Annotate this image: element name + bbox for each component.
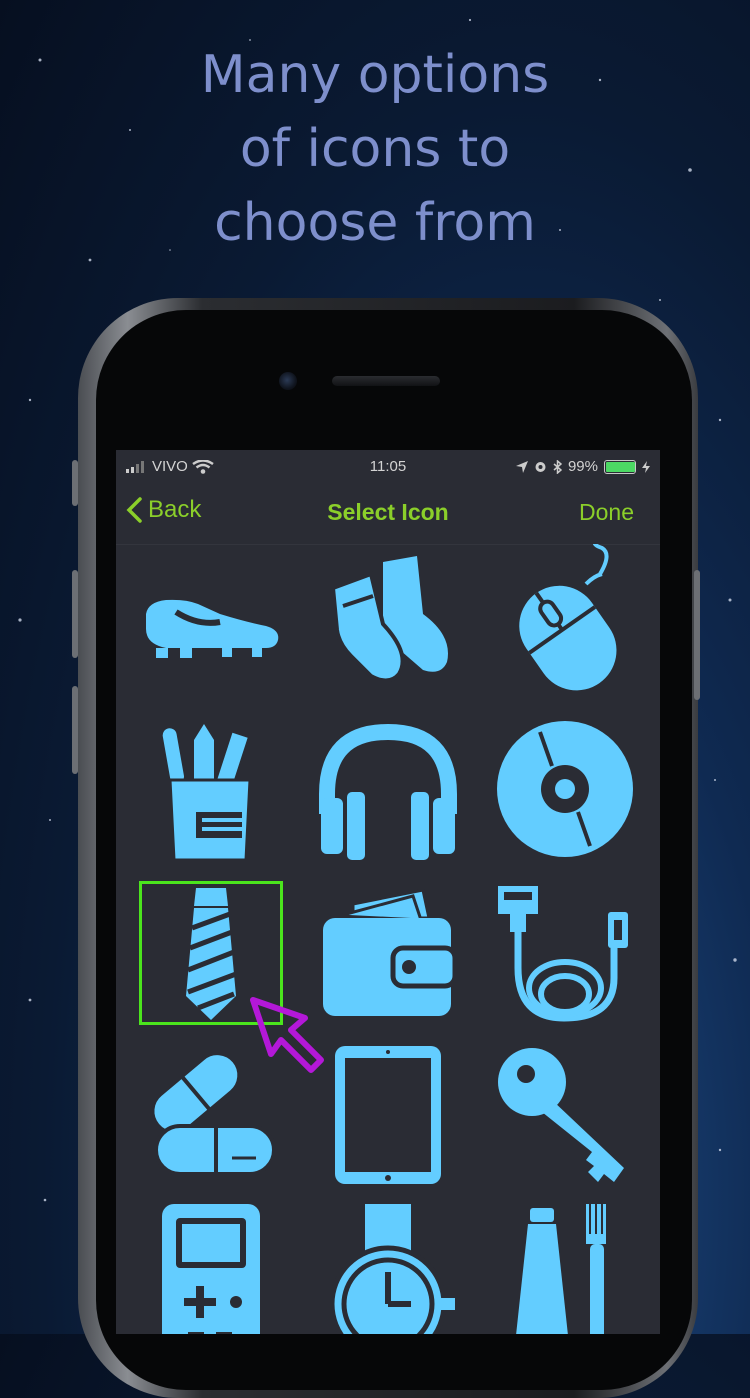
gameboy-icon: [162, 1204, 260, 1334]
icon-option-cd[interactable]: [490, 714, 640, 864]
icon-option-mouse[interactable]: [490, 544, 640, 694]
icon-option-pencil-cup[interactable]: [136, 714, 286, 864]
mouse-icon: [519, 544, 617, 691]
socks-icon: [330, 556, 448, 683]
icon-option-watch[interactable]: [313, 1204, 463, 1334]
phone-side-button: [72, 460, 78, 506]
key-icon: [498, 1048, 624, 1182]
battery-percent: 99%: [567, 458, 598, 475]
icon-option-socks[interactable]: [313, 544, 463, 694]
battery-icon: [604, 459, 636, 474]
cable-icon: [498, 886, 628, 1022]
status-bar: VIVO 11:05 99%: [116, 450, 660, 484]
earpiece-speaker: [332, 376, 440, 386]
headline: Many options of icons to choose from: [0, 38, 750, 260]
icon-option-cleat[interactable]: [136, 544, 286, 694]
icon-option-tablet[interactable]: [313, 1042, 463, 1192]
toothbrush-icon: [516, 1204, 606, 1334]
icon-option-toothbrush[interactable]: [490, 1204, 640, 1334]
done-button[interactable]: Done: [579, 499, 634, 526]
front-camera: [279, 372, 297, 390]
phone-volume-down-button: [72, 686, 78, 774]
icon-option-wallet[interactable]: [313, 878, 463, 1028]
headline-line-1: Many options: [200, 45, 550, 105]
pointer-arrow-icon: [250, 997, 324, 1073]
alarm-icon: [535, 462, 546, 472]
tablet-icon: [335, 1046, 441, 1184]
icon-option-cable[interactable]: [490, 878, 640, 1028]
icon-option-headphones[interactable]: [313, 714, 463, 864]
phone-screen: VIVO 11:05 99% Back Select Icon Done: [116, 450, 660, 1334]
pencil-cup-icon: [162, 724, 252, 862]
phone-volume-up-button: [72, 570, 78, 658]
cleat-icon: [146, 599, 279, 658]
phone-power-button: [694, 570, 700, 700]
icon-option-gameboy[interactable]: [136, 1204, 286, 1334]
headline-line-2: of icons to: [239, 119, 511, 179]
headline-line-3: choose from: [214, 193, 536, 253]
cd-icon: [497, 721, 633, 857]
location-icon: [515, 460, 528, 473]
headphones-icon: [319, 723, 457, 860]
charging-icon: [642, 460, 650, 473]
bluetooth-icon: [553, 459, 562, 474]
navigation-bar: Back Select Icon Done: [116, 484, 660, 545]
watch-icon: [329, 1204, 455, 1334]
wallet-icon: [323, 888, 458, 1016]
icon-option-key[interactable]: [490, 1042, 640, 1192]
